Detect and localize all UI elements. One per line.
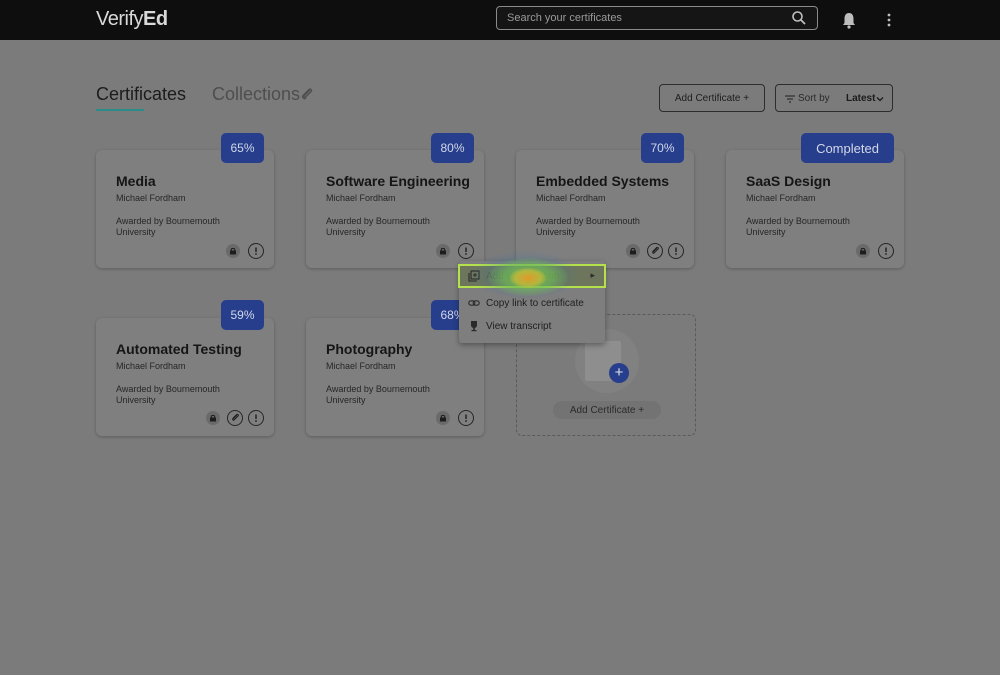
logo-light: Verify bbox=[96, 8, 144, 30]
card-owner: Michael Fordham bbox=[536, 193, 606, 203]
tab-collections[interactable]: Collections bbox=[212, 84, 300, 105]
certificate-card[interactable]: Software Engineering Michael Fordham Awa… bbox=[306, 150, 484, 268]
card-owner: Michael Fordham bbox=[326, 361, 396, 371]
card-awarded-by: Awarded by Bournemouth University bbox=[116, 216, 220, 237]
paperclip-icon bbox=[302, 88, 313, 100]
certificate-card[interactable]: SaaS Design Michael Fordham Awarded by B… bbox=[726, 150, 904, 268]
top-bar: VerifyEd Search your certificates bbox=[0, 0, 1000, 40]
add-certificate-button[interactable]: Add Certificate + bbox=[659, 84, 765, 112]
certificate-card[interactable]: Photography Michael Fordham Awarded by B… bbox=[306, 318, 484, 436]
add-certificate-pill-button[interactable]: Add Certificate + bbox=[553, 401, 661, 419]
progress-badge: 80% bbox=[431, 133, 474, 163]
card-title: Photography bbox=[326, 341, 413, 357]
lock-icon bbox=[856, 244, 870, 258]
search-input[interactable]: Search your certificates bbox=[496, 6, 818, 30]
link-icon bbox=[468, 300, 480, 306]
lock-icon bbox=[626, 244, 640, 258]
certificate-card[interactable]: Embedded Systems Michael Fordham Awarded… bbox=[516, 150, 694, 268]
paperclip-icon[interactable] bbox=[227, 410, 243, 426]
progress-badge: 59% bbox=[221, 300, 264, 330]
add-icon[interactable]: + bbox=[609, 363, 629, 383]
lock-icon bbox=[226, 244, 240, 258]
chevron-down-icon bbox=[876, 97, 884, 102]
menu-item-copy-link[interactable]: Copy link to certificate bbox=[459, 292, 605, 314]
info-icon[interactable] bbox=[458, 243, 474, 259]
card-awarded-by: Awarded by Bournemouth University bbox=[326, 384, 430, 405]
info-icon[interactable] bbox=[878, 243, 894, 259]
search-icon[interactable] bbox=[791, 10, 807, 26]
card-owner: Michael Fordham bbox=[116, 361, 186, 371]
card-owner: Michael Fordham bbox=[746, 193, 816, 203]
more-vert-icon[interactable] bbox=[884, 12, 894, 28]
card-awarded-by: Awarded by Bournemouth University bbox=[116, 384, 220, 405]
info-icon[interactable] bbox=[248, 243, 264, 259]
certificate-card[interactable]: Media Michael Fordham Awarded by Bournem… bbox=[96, 150, 274, 268]
lock-icon bbox=[206, 411, 220, 425]
card-owner: Michael Fordham bbox=[116, 193, 186, 203]
search-placeholder: Search your certificates bbox=[507, 12, 622, 24]
lock-icon bbox=[436, 244, 450, 258]
context-menu: Add to collection ▸ Copy link to certifi… bbox=[458, 261, 606, 343]
sort-value: Latest bbox=[846, 93, 876, 104]
paperclip-icon[interactable] bbox=[647, 243, 663, 259]
info-icon[interactable] bbox=[248, 410, 264, 426]
filter-list-icon bbox=[785, 95, 795, 103]
chevron-right-icon: ▸ bbox=[590, 270, 595, 280]
tab-active-indicator bbox=[96, 109, 144, 111]
sort-label: Sort by bbox=[798, 93, 830, 104]
card-awarded-by: Awarded by Bournemouth University bbox=[536, 216, 640, 237]
progress-badge: 70% bbox=[641, 133, 684, 163]
lock-icon bbox=[436, 411, 450, 425]
menu-item-view-transcript[interactable]: View transcript bbox=[459, 315, 605, 337]
completed-badge: Completed bbox=[801, 133, 894, 163]
bell-icon[interactable] bbox=[841, 11, 857, 29]
info-icon[interactable] bbox=[458, 410, 474, 426]
menu-item-label: Add to collection bbox=[486, 271, 560, 282]
card-title: Software Engineering bbox=[326, 173, 470, 189]
logo-bold: Ed bbox=[143, 8, 168, 30]
info-icon[interactable] bbox=[668, 243, 684, 259]
card-title: Embedded Systems bbox=[536, 173, 670, 189]
trophy-icon bbox=[471, 321, 477, 332]
logo[interactable]: VerifyEd bbox=[96, 8, 168, 31]
sort-dropdown[interactable]: Sort by Latest bbox=[775, 84, 893, 112]
menu-item-add-to-collection[interactable]: Add to collection ▸ bbox=[458, 264, 606, 288]
progress-badge: 65% bbox=[221, 133, 264, 163]
card-title: SaaS Design bbox=[746, 173, 831, 189]
card-owner: Michael Fordham bbox=[326, 193, 396, 203]
tab-certificates[interactable]: Certificates bbox=[96, 84, 186, 105]
menu-item-label: Copy link to certificate bbox=[486, 298, 584, 309]
card-title: Media bbox=[116, 173, 156, 189]
card-awarded-by: Awarded by Bournemouth University bbox=[326, 216, 430, 237]
menu-item-label: View transcript bbox=[486, 321, 552, 332]
certificate-card[interactable]: Automated Testing Michael Fordham Awarde… bbox=[96, 318, 274, 436]
library-add-icon bbox=[468, 270, 480, 282]
card-title: Automated Testing bbox=[116, 341, 242, 357]
card-awarded-by: Awarded by Bournemouth University bbox=[746, 216, 850, 237]
